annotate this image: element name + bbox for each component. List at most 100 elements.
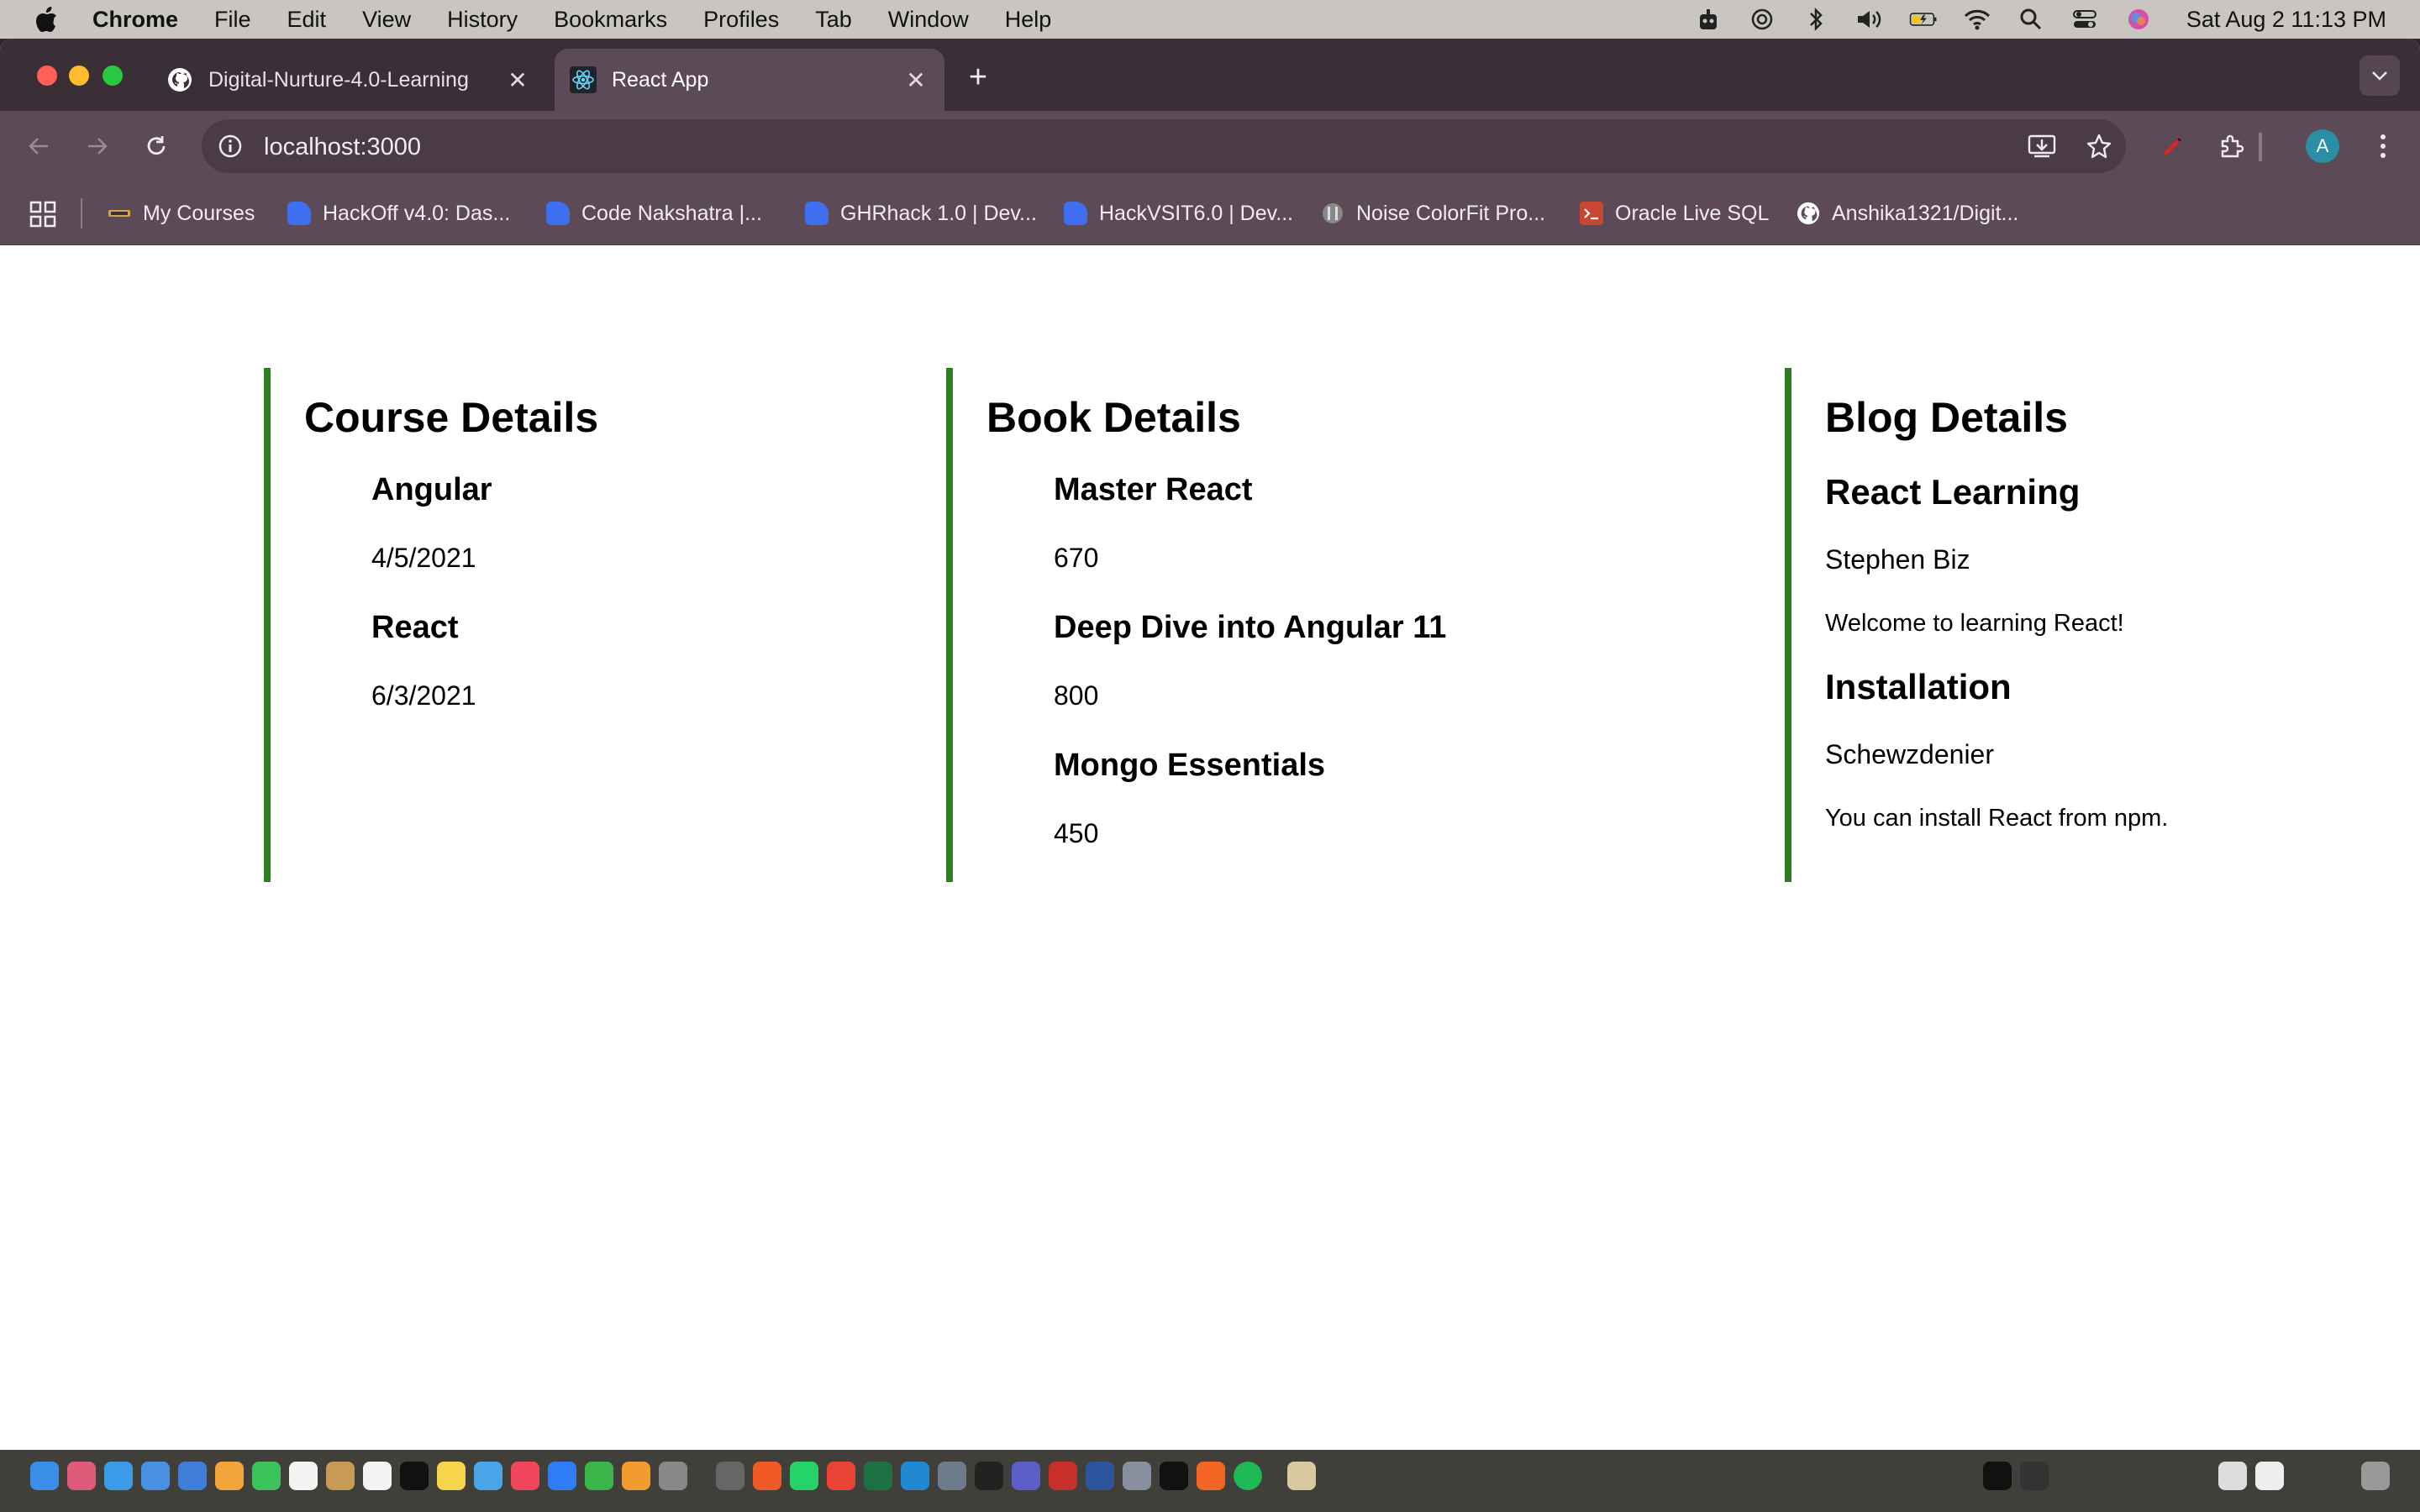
robot-icon[interactable] bbox=[1694, 7, 1723, 32]
forward-arrow-icon[interactable] bbox=[79, 128, 116, 165]
bookmarks-bar: My Courses HackOff v4.0: Das... Code Nak… bbox=[0, 181, 2420, 245]
mail-icon[interactable] bbox=[141, 1462, 170, 1490]
numbers-icon[interactable] bbox=[585, 1462, 613, 1490]
photos-icon[interactable] bbox=[215, 1462, 244, 1490]
maximize-window-button[interactable] bbox=[103, 66, 123, 86]
tab-close-icon[interactable]: ✕ bbox=[504, 66, 531, 93]
menubar-clock[interactable]: Sat Aug 2 11:13 PM bbox=[2186, 7, 2386, 33]
utility-icon[interactable] bbox=[1123, 1462, 1151, 1490]
menu-history[interactable]: History bbox=[447, 7, 518, 33]
extensions-puzzle-icon[interactable] bbox=[2213, 128, 2250, 165]
reload-icon[interactable] bbox=[138, 128, 175, 165]
address-bar[interactable]: localhost:3000 bbox=[202, 119, 2126, 173]
apps-grid-icon[interactable] bbox=[29, 200, 57, 228]
maps-icon[interactable] bbox=[178, 1462, 207, 1490]
preview-icon[interactable] bbox=[938, 1462, 966, 1490]
book-name: Mongo Essentials bbox=[1054, 748, 1326, 783]
reminders-icon[interactable] bbox=[363, 1462, 392, 1490]
siri-icon[interactable] bbox=[2124, 7, 2153, 32]
menu-help[interactable]: Help bbox=[1005, 7, 1052, 33]
openai-icon[interactable] bbox=[1748, 7, 1776, 32]
notes-icon[interactable] bbox=[437, 1462, 466, 1490]
battery-icon[interactable] bbox=[1909, 7, 1938, 32]
bookmark-star-icon[interactable] bbox=[2082, 129, 2116, 163]
menu-tab[interactable]: Tab bbox=[815, 7, 852, 33]
url-text: localhost:3000 bbox=[264, 134, 422, 160]
menu-view[interactable]: View bbox=[362, 7, 411, 33]
bookmark-hackvsit[interactable]: HackVSIT6.0 | Dev... bbox=[1064, 197, 1293, 230]
menu-profiles[interactable]: Profiles bbox=[703, 7, 779, 33]
course-date: 6/3/2021 bbox=[371, 680, 476, 711]
tab-search-chevron-icon[interactable] bbox=[2360, 55, 2400, 96]
profile-avatar[interactable]: A bbox=[2306, 129, 2339, 163]
more-menu-icon[interactable] bbox=[2365, 128, 2402, 165]
apple-logo-icon[interactable] bbox=[34, 5, 59, 34]
menu-window[interactable]: Window bbox=[888, 7, 969, 33]
finder-icon[interactable] bbox=[30, 1462, 59, 1490]
page-content: Course Details Angular 4/5/2021 React 6/… bbox=[0, 245, 2420, 1450]
freeform-icon[interactable] bbox=[474, 1462, 502, 1490]
powerpoint-icon[interactable] bbox=[1049, 1462, 1077, 1490]
devfolio-icon bbox=[1064, 202, 1087, 225]
control-center-icon[interactable] bbox=[2070, 7, 2099, 32]
spotlight-search-icon[interactable] bbox=[2017, 7, 2045, 32]
menu-bookmarks[interactable]: Bookmarks bbox=[554, 7, 667, 33]
excel-icon[interactable] bbox=[864, 1462, 892, 1490]
music-icon[interactable] bbox=[511, 1462, 539, 1490]
window-thumbnail-icon[interactable] bbox=[2020, 1462, 2049, 1490]
pages-icon[interactable] bbox=[622, 1462, 650, 1490]
trash-icon[interactable] bbox=[2361, 1462, 2390, 1490]
install-app-icon[interactable] bbox=[2025, 129, 2059, 163]
new-tab-button[interactable]: + bbox=[963, 61, 993, 93]
calendar-icon[interactable] bbox=[289, 1462, 318, 1490]
menu-app-name[interactable]: Chrome bbox=[92, 7, 178, 33]
vscode-icon[interactable] bbox=[901, 1462, 929, 1490]
system-settings-icon[interactable] bbox=[659, 1462, 687, 1490]
bookmark-noise-colorfit[interactable]: Noise ColorFit Pro... bbox=[1321, 197, 1545, 230]
macos-menu-bar: Chrome File Edit View History Bookmarks … bbox=[0, 0, 2420, 39]
contacts-icon[interactable] bbox=[326, 1462, 355, 1490]
minimize-window-button[interactable] bbox=[69, 66, 89, 86]
tab-close-icon[interactable]: ✕ bbox=[902, 66, 929, 93]
menu-edit[interactable]: Edit bbox=[287, 7, 327, 33]
bookmark-github-repo[interactable]: Anshika1321/Digit... bbox=[1797, 197, 2018, 230]
apple-tv-icon[interactable] bbox=[400, 1462, 429, 1490]
tab-github[interactable]: Digital-Nurture-4.0-Learning ✕ bbox=[151, 49, 546, 111]
bookmark-hackoff[interactable]: HackOff v4.0: Das... bbox=[287, 197, 510, 230]
brave-icon[interactable] bbox=[753, 1462, 781, 1490]
bluetooth-icon[interactable] bbox=[1802, 7, 1830, 32]
bookmark-code-nakshatra[interactable]: Code Nakshatra |... bbox=[546, 197, 762, 230]
bookmark-my-courses[interactable]: My Courses bbox=[108, 197, 255, 230]
launchpad-icon[interactable] bbox=[67, 1462, 96, 1490]
document-icon[interactable] bbox=[1287, 1462, 1316, 1490]
blog-author: Schewzdenier bbox=[1825, 739, 1994, 769]
chrome-icon[interactable] bbox=[827, 1462, 855, 1490]
site-info-icon[interactable] bbox=[213, 129, 247, 163]
teams-icon[interactable] bbox=[1012, 1462, 1040, 1490]
safari-icon[interactable] bbox=[104, 1462, 133, 1490]
postman-icon[interactable] bbox=[1197, 1462, 1225, 1490]
window-thumbnail-icon[interactable] bbox=[2218, 1462, 2247, 1490]
oracle-icon bbox=[1580, 202, 1603, 225]
whatsapp-icon[interactable] bbox=[790, 1462, 818, 1490]
tab-react-app[interactable]: React App ✕ bbox=[555, 49, 944, 111]
wifi-icon[interactable] bbox=[1963, 7, 1991, 32]
close-window-button[interactable] bbox=[37, 66, 57, 86]
window-thumbnail-icon[interactable] bbox=[2255, 1462, 2284, 1490]
terminal-icon[interactable] bbox=[1160, 1462, 1188, 1490]
calculator-icon[interactable] bbox=[716, 1462, 744, 1490]
menu-file[interactable]: File bbox=[214, 7, 251, 33]
bookmark-oracle-live-sql[interactable]: Oracle Live SQL bbox=[1580, 197, 1769, 230]
facetime-icon[interactable] bbox=[252, 1462, 281, 1490]
pen-extension-icon[interactable] bbox=[2153, 128, 2190, 165]
word-icon[interactable] bbox=[1086, 1462, 1114, 1490]
back-arrow-icon[interactable] bbox=[20, 128, 57, 165]
devfolio-icon bbox=[546, 202, 570, 225]
bookmark-ghrhack[interactable]: GHRhack 1.0 | Dev... bbox=[805, 197, 1037, 230]
window-thumbnail-icon[interactable] bbox=[1983, 1462, 2012, 1490]
app-store-icon[interactable] bbox=[548, 1462, 576, 1490]
spotify-icon[interactable] bbox=[1234, 1462, 1262, 1490]
course-details-section: Course Details Angular 4/5/2021 React 6/… bbox=[264, 368, 919, 882]
volume-icon[interactable] bbox=[1855, 7, 1884, 32]
chatgpt-icon[interactable] bbox=[975, 1462, 1003, 1490]
